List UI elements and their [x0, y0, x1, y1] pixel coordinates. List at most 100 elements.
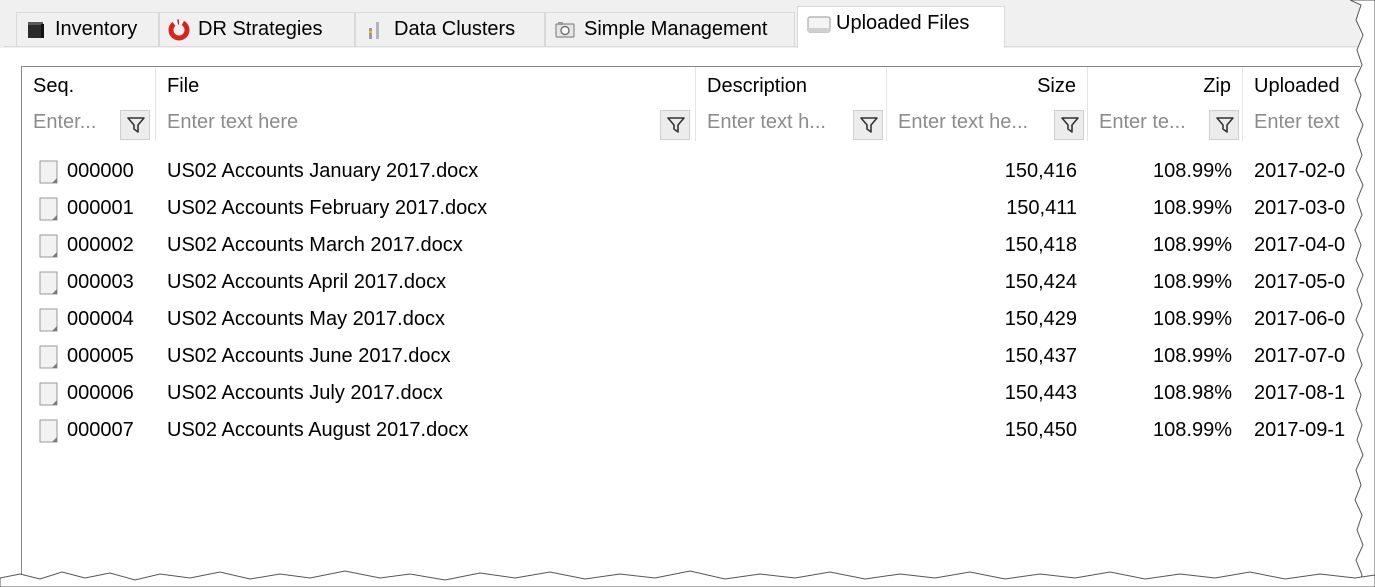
file-name-cell: US02 Accounts June 2017.docx: [167, 345, 451, 367]
size-cell: 150,443: [1004, 382, 1077, 404]
uploaded-cell: 2017-07-0: [1254, 345, 1346, 367]
size-cell: 150,450: [1004, 419, 1077, 441]
zip-cell: 108.98%: [1153, 382, 1232, 404]
file-filter-button[interactable]: [660, 110, 690, 140]
filter-cell-zip: Enter te...: [1088, 107, 1243, 141]
torn-edge-bottom: [0, 570, 1375, 587]
funnel-icon: [667, 117, 685, 133]
table-row[interactable]: 000007 US02 Accounts August 2017.docx 15…: [22, 412, 1360, 449]
filter-cell-description: Enter text h...: [696, 107, 887, 141]
column-header-uploaded[interactable]: Uploaded: [1243, 67, 1360, 107]
tab-simple-management[interactable]: Simple Management: [545, 12, 795, 46]
zip-filter-input[interactable]: Enter te...: [1099, 111, 1199, 137]
document-icon: [39, 271, 58, 294]
file-name-cell: US02 Accounts January 2017.docx: [167, 160, 479, 182]
uploaded-cell: 2017-09-1: [1254, 419, 1346, 441]
column-header-size[interactable]: Size: [887, 67, 1088, 107]
table-row[interactable]: 000001 US02 Accounts February 2017.docx …: [22, 190, 1360, 227]
document-icon: [39, 234, 58, 257]
table-row[interactable]: 000005 US02 Accounts June 2017.docx 150,…: [22, 338, 1360, 375]
data-clusters-icon: [364, 19, 386, 41]
filter-cell-size: Enter text he...: [887, 107, 1088, 141]
zip-cell: 108.99%: [1153, 160, 1232, 182]
tab-uploaded-files[interactable]: Uploaded Files: [797, 6, 1005, 48]
file-filter-input[interactable]: Enter text here: [167, 111, 647, 137]
zip-cell: 108.99%: [1153, 197, 1232, 219]
seq-cell: 000005: [22, 345, 156, 369]
seq-value: 000004: [67, 308, 134, 330]
uploaded-cell: 2017-03-0: [1254, 197, 1346, 219]
document-icon: [39, 382, 58, 405]
tab-label: Inventory: [55, 18, 138, 40]
grid-body: 000000 US02 Accounts January 2017.docx 1…: [22, 153, 1360, 449]
document-icon: [39, 160, 58, 183]
uploaded-files-icon: [806, 13, 831, 35]
size-cell: 150,429: [1004, 308, 1077, 330]
column-header-zip[interactable]: Zip: [1088, 67, 1243, 107]
tab-dr-strategies[interactable]: DR Strategies: [159, 12, 355, 46]
uploaded-cell: 2017-08-1: [1254, 382, 1346, 404]
table-row[interactable]: 000004 US02 Accounts May 2017.docx 150,4…: [22, 301, 1360, 338]
zip-cell: 108.99%: [1153, 271, 1232, 293]
tab-label: Simple Management: [584, 18, 768, 40]
seq-filter-button[interactable]: [120, 110, 150, 140]
uploaded-cell: 2017-02-0: [1254, 160, 1346, 182]
uploaded-cell: 2017-05-0: [1254, 271, 1346, 293]
seq-value: 000005: [67, 345, 134, 367]
grid-filter-row: Enter... Enter text here Enter text h...…: [22, 107, 1360, 143]
seq-filter-input[interactable]: Enter...: [33, 111, 111, 137]
seq-cell: 000002: [22, 234, 156, 258]
description-filter-button[interactable]: [853, 110, 883, 140]
file-name-cell: US02 Accounts May 2017.docx: [167, 308, 445, 330]
simple-management-icon: [554, 19, 576, 41]
document-icon: [39, 197, 58, 220]
filter-cell-file: Enter text here: [156, 107, 696, 141]
file-name-cell: US02 Accounts April 2017.docx: [167, 271, 447, 293]
inventory-icon: [25, 19, 47, 41]
document-icon: [39, 308, 58, 331]
funnel-icon: [860, 117, 878, 133]
tab-label: Data Clusters: [394, 18, 516, 40]
seq-cell: 000003: [22, 271, 156, 295]
uploaded-filter-input[interactable]: Enter text: [1254, 111, 1359, 137]
column-header-file[interactable]: File: [156, 67, 696, 107]
uploaded-cell: 2017-06-0: [1254, 308, 1346, 330]
seq-cell: 000007: [22, 419, 156, 443]
tab-inventory[interactable]: Inventory: [16, 12, 159, 46]
description-filter-input[interactable]: Enter text h...: [707, 111, 847, 137]
table-row[interactable]: 000006 US02 Accounts July 2017.docx 150,…: [22, 375, 1360, 412]
seq-cell: 000001: [22, 197, 156, 221]
funnel-icon: [127, 117, 145, 133]
funnel-icon: [1061, 117, 1079, 133]
size-cell: 150,424: [1004, 271, 1077, 293]
file-name-cell: US02 Accounts February 2017.docx: [167, 197, 488, 219]
size-filter-input[interactable]: Enter text he...: [898, 111, 1048, 137]
file-name-cell: US02 Accounts August 2017.docx: [167, 419, 469, 441]
column-header-description[interactable]: Description: [696, 67, 887, 107]
seq-value: 000006: [67, 382, 134, 404]
seq-value: 000001: [67, 197, 134, 219]
size-cell: 150,416: [1004, 160, 1077, 182]
table-row[interactable]: 000000 US02 Accounts January 2017.docx 1…: [22, 153, 1360, 190]
tab-data-clusters[interactable]: Data Clusters: [355, 12, 545, 46]
seq-value: 000002: [67, 234, 134, 256]
torn-edge-right: [1350, 0, 1375, 587]
lifebuoy-icon: [168, 19, 190, 41]
document-icon: [39, 419, 58, 442]
zip-filter-button[interactable]: [1209, 110, 1239, 140]
table-row[interactable]: 000003 US02 Accounts April 2017.docx 150…: [22, 264, 1360, 301]
uploaded-files-grid: Seq. File Description Size Zip Uploaded …: [21, 66, 1360, 587]
seq-cell: 000000: [22, 160, 156, 184]
table-row[interactable]: 000002 US02 Accounts March 2017.docx 150…: [22, 227, 1360, 264]
tab-label: DR Strategies: [198, 18, 323, 40]
column-header-seq[interactable]: Seq.: [22, 67, 156, 107]
uploaded-cell: 2017-04-0: [1254, 234, 1346, 256]
tab-strip-divider: [4, 46, 1360, 47]
document-icon: [39, 345, 58, 368]
seq-cell: 000004: [22, 308, 156, 332]
zip-cell: 108.99%: [1153, 345, 1232, 367]
seq-value: 000003: [67, 271, 134, 293]
size-cell: 150,418: [1004, 234, 1077, 256]
size-filter-button[interactable]: [1054, 110, 1084, 140]
seq-cell: 000006: [22, 382, 156, 406]
